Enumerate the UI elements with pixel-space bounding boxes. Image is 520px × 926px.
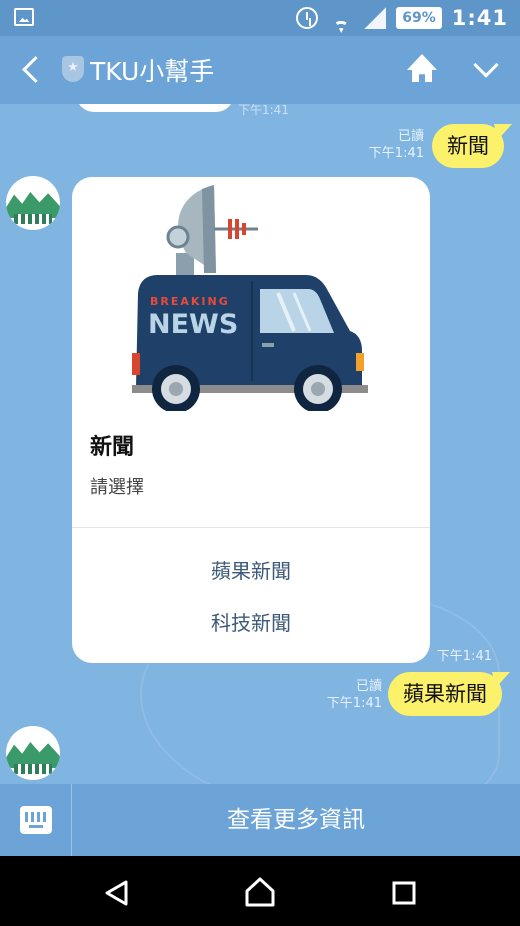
status-bar: 69% 1:41 — [0, 0, 520, 36]
bot-avatar[interactable] — [6, 726, 60, 780]
read-status: 已讀 — [355, 679, 382, 694]
chevron-down-icon[interactable] — [472, 56, 500, 78]
card-time: 下午1:41 — [436, 649, 492, 664]
previous-message-time: 下午1:41 — [238, 104, 289, 117]
message-meta: 已讀 下午1:41 — [360, 128, 424, 162]
apple-news-button[interactable]: 蘋果新聞 — [72, 555, 430, 584]
tech-news-button[interactable]: 科技新聞 — [72, 607, 430, 636]
read-status: 已讀 — [397, 129, 424, 144]
alarm-icon — [296, 7, 319, 29]
home-icon[interactable] — [406, 54, 438, 84]
svg-text:NEWS: NEWS — [148, 309, 238, 340]
previous-message-bubble — [76, 104, 234, 112]
keyboard-icon — [20, 806, 52, 834]
message-meta: 已讀 下午1:41 — [318, 678, 382, 712]
image-icon — [14, 8, 34, 26]
nav-back-icon[interactable] — [104, 880, 128, 906]
nav-home-icon[interactable] — [244, 876, 276, 908]
battery-icon: 69% — [396, 7, 442, 29]
shield-icon: ★ — [62, 56, 84, 82]
keyboard-toggle[interactable] — [0, 784, 72, 856]
page-title: TKU小幫手 — [90, 57, 215, 86]
breaking-news-van-image: BREAKING NEWS — [128, 181, 378, 413]
card-divider — [72, 527, 430, 528]
message-time: 下午1:41 — [326, 696, 382, 711]
card-title: 新聞 — [90, 435, 135, 460]
back-icon[interactable] — [20, 56, 46, 84]
news-card: BREAKING NEWS 新聞 請選擇 蘋果新聞 科技新聞 — [72, 177, 430, 663]
card-subtitle: 請選擇 — [90, 477, 144, 498]
chat-area[interactable]: 下午1:41 已讀 下午1:41 新聞 BREAKING NEWS 新聞 請選擇… — [0, 104, 520, 784]
user-message-bubble: 新聞 — [432, 124, 504, 168]
wifi-icon — [328, 7, 354, 29]
svg-text:BREAKING: BREAKING — [150, 295, 230, 308]
bottom-menu-bar: 查看更多資訊 — [0, 784, 520, 856]
message-time: 下午1:41 — [368, 146, 424, 161]
status-time: 1:41 — [451, 6, 508, 30]
nav-recent-apps-icon[interactable] — [392, 881, 416, 905]
bot-avatar[interactable] — [6, 176, 60, 230]
chat-header: ★ TKU小幫手 — [0, 36, 520, 104]
more-info-button[interactable]: 查看更多資訊 — [72, 784, 520, 856]
user-message-bubble: 蘋果新聞 — [388, 672, 502, 716]
signal-icon — [364, 7, 386, 29]
navigation-bar — [0, 856, 520, 926]
